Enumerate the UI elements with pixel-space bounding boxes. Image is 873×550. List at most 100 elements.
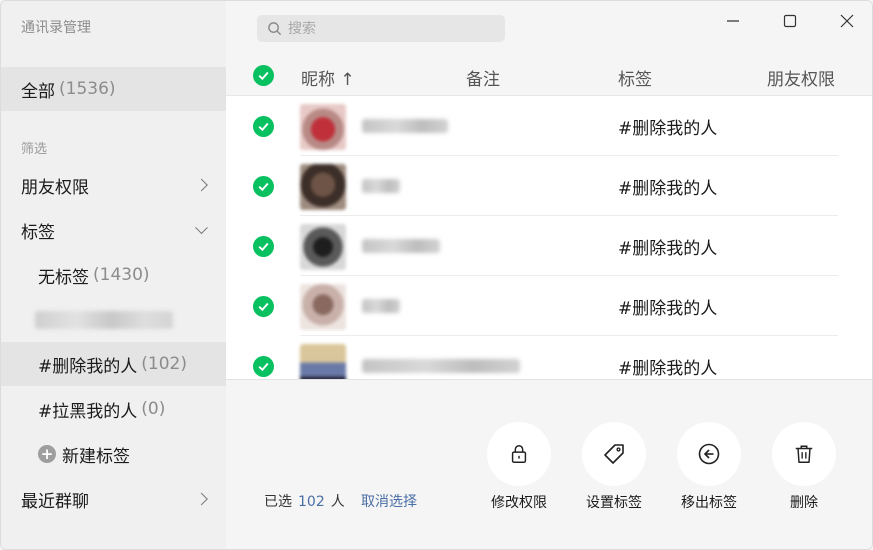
row-checkbox[interactable] — [253, 296, 274, 317]
table-row[interactable]: #删除我的人 — [226, 336, 872, 379]
checkmark-icon — [258, 362, 269, 372]
avatar — [300, 344, 346, 379]
close-icon — [840, 14, 854, 28]
search-input[interactable] — [288, 20, 488, 37]
row-checkbox[interactable] — [253, 176, 274, 197]
row-tag: #删除我的人 — [618, 239, 718, 259]
main-panel: 昵称 ↑ 备注 标签 朋友权限 #删除我的人 #删除我 — [226, 1, 872, 549]
contacts-manager-window: 通讯录管理 全部 (1536) 筛选 朋友权限 标签 无标签 (1430) #删… — [0, 0, 873, 550]
chevron-right-icon — [195, 492, 208, 506]
blurred-nickname — [362, 179, 400, 193]
footer-divider — [226, 379, 872, 380]
avatar — [300, 104, 346, 150]
delete-button[interactable]: 删除 — [772, 422, 836, 512]
sidebar-item-tags[interactable]: 标签 — [1, 208, 226, 252]
minimize-button[interactable] — [719, 9, 747, 33]
checkmark-icon — [258, 302, 269, 312]
selected-count: 102 — [298, 494, 325, 510]
set-tag-button[interactable]: 设置标签 — [582, 422, 646, 512]
column-header-nickname[interactable]: 昵称 ↑ — [301, 65, 355, 90]
remove-from-tag-button[interactable]: 移出标签 — [677, 422, 741, 512]
filter-section-label: 筛选 — [21, 142, 48, 157]
modify-permission-circle[interactable] — [487, 422, 551, 486]
contact-list: 昵称 ↑ 备注 标签 朋友权限 #删除我的人 #删除我的人 #删除我的人 #删除… — [226, 53, 872, 379]
selected-prefix: 已选 — [264, 494, 292, 510]
column-header-tag[interactable]: 标签 — [618, 65, 652, 90]
cancel-selection-link[interactable]: 取消选择 — [361, 491, 417, 511]
sidebar-item-label: 标签 — [21, 222, 55, 243]
row-checkbox[interactable] — [253, 356, 274, 377]
set-tag-label: 设置标签 — [586, 495, 642, 511]
column-header-permission[interactable]: 朋友权限 — [767, 65, 835, 90]
column-header-remark[interactable]: 备注 — [466, 65, 500, 90]
table-row[interactable]: #删除我的人 — [226, 156, 872, 216]
lock-icon — [511, 445, 527, 463]
chevron-down-icon — [195, 221, 208, 235]
close-button[interactable] — [833, 9, 861, 33]
row-tag: #删除我的人 — [618, 299, 718, 319]
row-checkbox[interactable] — [253, 236, 274, 257]
sidebar-item-count: (0) — [141, 399, 166, 419]
checkmark-icon — [258, 122, 269, 132]
sidebar-item-recent-groups[interactable]: 最近群聊 — [1, 477, 226, 521]
blurred-nickname — [362, 239, 440, 253]
sidebar-item-tag-blocked-me[interactable]: #拉黑我的人 (0) — [1, 387, 226, 431]
sidebar-item-label: 全部 — [21, 81, 55, 102]
search-box[interactable] — [257, 15, 505, 42]
sidebar-item-label: #删除我的人 — [38, 356, 138, 377]
sidebar-item-label: #拉黑我的人 — [38, 401, 138, 422]
checkmark-icon — [258, 242, 269, 252]
blurred-nickname — [362, 119, 448, 133]
row-tag: #删除我的人 — [618, 179, 718, 199]
sidebar-item-tag-blurred[interactable] — [1, 298, 226, 342]
new-tag-button[interactable]: + 新建标签 — [1, 432, 226, 476]
sidebar-item-label: 最近群聊 — [21, 491, 89, 512]
app-title: 通讯录管理 — [21, 20, 91, 36]
sidebar-item-tag-deleted-me[interactable]: #删除我的人 (102) — [1, 342, 226, 386]
arrow-left-circle-icon — [698, 443, 720, 465]
sidebar-item-count: (102) — [141, 354, 187, 374]
plus-icon: + — [38, 445, 56, 463]
modify-permission-button[interactable]: 修改权限 — [487, 422, 551, 512]
selected-suffix: 人 — [330, 494, 345, 510]
select-all-checkbox[interactable] — [253, 65, 274, 86]
avatar — [300, 284, 346, 330]
checkmark-icon — [258, 71, 269, 81]
blurred-tag-label — [35, 311, 173, 329]
row-checkbox[interactable] — [253, 116, 274, 137]
table-row[interactable]: #删除我的人 — [226, 216, 872, 276]
sidebar-item-label: 无标签 — [38, 267, 89, 288]
blurred-nickname — [362, 299, 400, 313]
row-tag: #删除我的人 — [618, 359, 718, 379]
minimize-icon — [727, 20, 739, 22]
sidebar-item-label: 朋友权限 — [21, 177, 89, 198]
trash-icon — [795, 445, 813, 463]
sidebar-item-all[interactable]: 全部 (1536) — [1, 67, 226, 111]
sidebar: 通讯录管理 全部 (1536) 筛选 朋友权限 标签 无标签 (1430) #删… — [1, 1, 226, 549]
remove-from-tag-circle[interactable] — [677, 422, 741, 486]
list-header: 昵称 ↑ 备注 标签 朋友权限 — [226, 53, 872, 96]
delete-label: 删除 — [790, 495, 818, 511]
row-tag: #删除我的人 — [618, 119, 718, 139]
blurred-nickname — [362, 359, 520, 373]
avatar — [300, 164, 346, 210]
chevron-right-icon — [195, 178, 208, 192]
table-row[interactable]: #删除我的人 — [226, 276, 872, 336]
table-row[interactable]: #删除我的人 — [226, 96, 872, 156]
remove-from-tag-label: 移出标签 — [681, 495, 737, 511]
maximize-button[interactable] — [776, 9, 804, 33]
sidebar-item-count: (1430) — [93, 265, 150, 285]
selected-count-info: 已选 102 人 — [264, 491, 345, 511]
set-tag-circle[interactable] — [582, 422, 646, 486]
checkmark-icon — [258, 182, 269, 192]
new-tag-label: 新建标签 — [62, 446, 130, 467]
maximize-icon — [783, 14, 797, 28]
sidebar-item-tag-untagged[interactable]: 无标签 (1430) — [1, 253, 226, 297]
sidebar-item-friend-permission[interactable]: 朋友权限 — [1, 163, 226, 207]
tag-icon — [604, 444, 624, 464]
delete-circle[interactable] — [772, 422, 836, 486]
sidebar-item-count: (1536) — [59, 79, 116, 99]
search-icon — [268, 22, 282, 36]
modify-permission-label: 修改权限 — [491, 495, 547, 511]
avatar — [300, 224, 346, 270]
